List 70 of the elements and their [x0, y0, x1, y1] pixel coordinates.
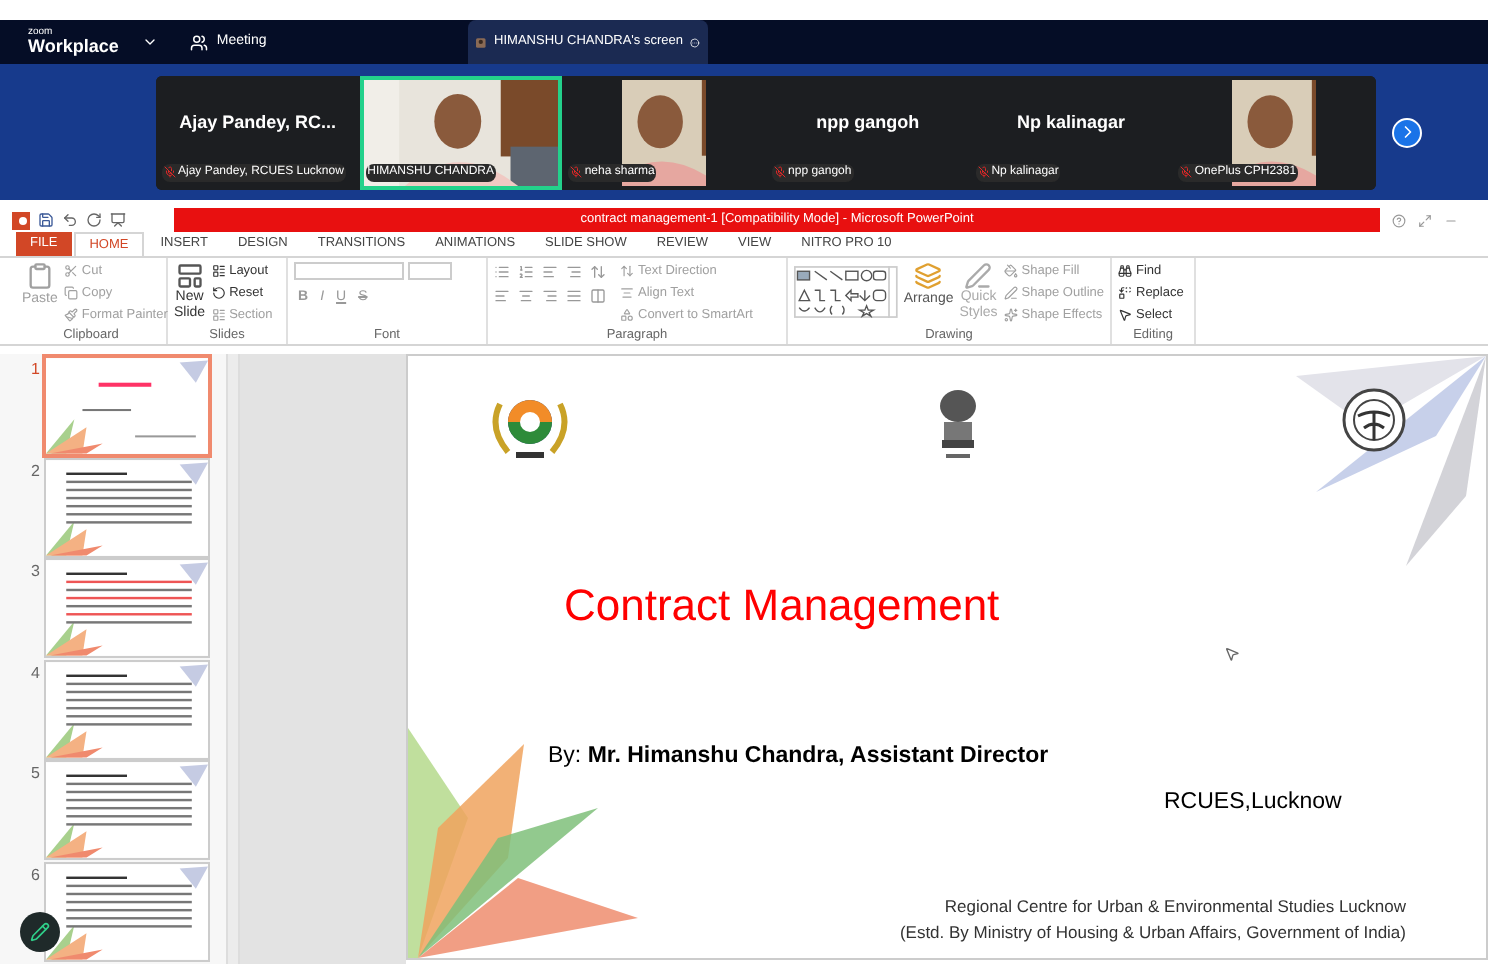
next-page-button[interactable] [1392, 117, 1422, 147]
reset-icon [211, 286, 226, 300]
slide-number: 1 [29, 358, 40, 382]
clipboard-icon [25, 262, 54, 290]
align-icon [620, 286, 634, 300]
state-seal-icon [1342, 388, 1406, 452]
byline: By: Mr. Himanshu Chandra, Assistant Director [548, 742, 1051, 772]
paragraph-tool-icon[interactable] [494, 264, 510, 280]
slide-number: 6 [29, 863, 40, 887]
slide-thumbnail[interactable] [46, 863, 208, 959]
slide-thumbnail[interactable] [46, 762, 208, 858]
emblem-icon [935, 388, 979, 464]
redo-icon[interactable] [86, 212, 102, 228]
font-name-field[interactable] [294, 262, 404, 280]
pointer-icon [1118, 308, 1132, 322]
avatar-icon [476, 33, 487, 51]
pen-icon [964, 262, 993, 290]
slide-thumbnail[interactable] [46, 459, 208, 555]
help-icon[interactable] [1392, 213, 1406, 227]
sparkles-icon [1003, 308, 1018, 322]
paragraph-tool-icon[interactable] [566, 288, 582, 304]
paragraph-tool-icon[interactable] [518, 264, 534, 280]
shapes-icon [620, 308, 634, 322]
more-icon [690, 33, 701, 51]
font-size-field[interactable] [408, 262, 452, 280]
undo-icon[interactable] [62, 212, 78, 228]
text-direction-icon [620, 264, 634, 278]
slideshow-icon[interactable] [110, 212, 126, 228]
footer-line: Regional Centre for Urban & Environmental Studies Lucknow [944, 894, 1406, 920]
shapes-gallery[interactable] [794, 262, 898, 322]
scissors-icon [63, 264, 78, 278]
people-icon [190, 33, 209, 51]
footer-line: (Estd. By Ministry of Housing & Urban Affairs, Government of India) [899, 920, 1406, 946]
mouse-pointer-icon [1224, 646, 1240, 662]
paintbrush-icon [63, 308, 78, 322]
copy-icon [63, 286, 78, 300]
layers-icon [914, 262, 943, 290]
slide-number: 5 [29, 762, 40, 786]
slide-number: 2 [29, 459, 40, 483]
chevron-down-icon[interactable] [142, 34, 159, 50]
layout-icon [211, 264, 226, 278]
binoculars-icon [1118, 264, 1132, 278]
annotate-button[interactable] [20, 912, 60, 952]
app-logo-icon [12, 211, 30, 229]
brand-name: Workplace [28, 38, 119, 56]
scrollbar[interactable] [226, 354, 240, 964]
paragraph-tool-icon[interactable] [542, 288, 558, 304]
save-icon[interactable] [38, 212, 54, 228]
participant-name: Ajay Pandey, RC... [179, 110, 337, 137]
slide-number: 4 [29, 661, 40, 685]
slide-title: Contract Management [564, 584, 1002, 628]
slide-thumbnail[interactable] [46, 560, 208, 656]
slide-number: 3 [29, 560, 40, 584]
participant-name: Np kalinagar [1017, 110, 1126, 137]
slide-thumbnail[interactable] [46, 661, 208, 757]
paragraph-tool-icon[interactable] [590, 288, 606, 304]
paragraph-tool-icon[interactable] [542, 264, 558, 280]
slide-layout-icon [175, 262, 204, 290]
layout-icon [211, 308, 226, 322]
ribbon-display-icon[interactable] [1418, 213, 1432, 227]
participant-name: npp gangoh [816, 110, 920, 137]
paragraph-tool-icon[interactable] [518, 288, 534, 304]
paragraph-tool-icon[interactable] [590, 264, 606, 280]
pencil-icon [30, 922, 50, 942]
slide-thumbnail[interactable] [46, 358, 208, 454]
paint-bucket-icon [1003, 264, 1018, 278]
paragraph-tool-icon[interactable] [566, 264, 582, 280]
location: RCUES,Lucknow [1164, 788, 1342, 819]
pen-icon [1003, 286, 1018, 300]
paragraph-tool-icon[interactable] [494, 288, 510, 304]
